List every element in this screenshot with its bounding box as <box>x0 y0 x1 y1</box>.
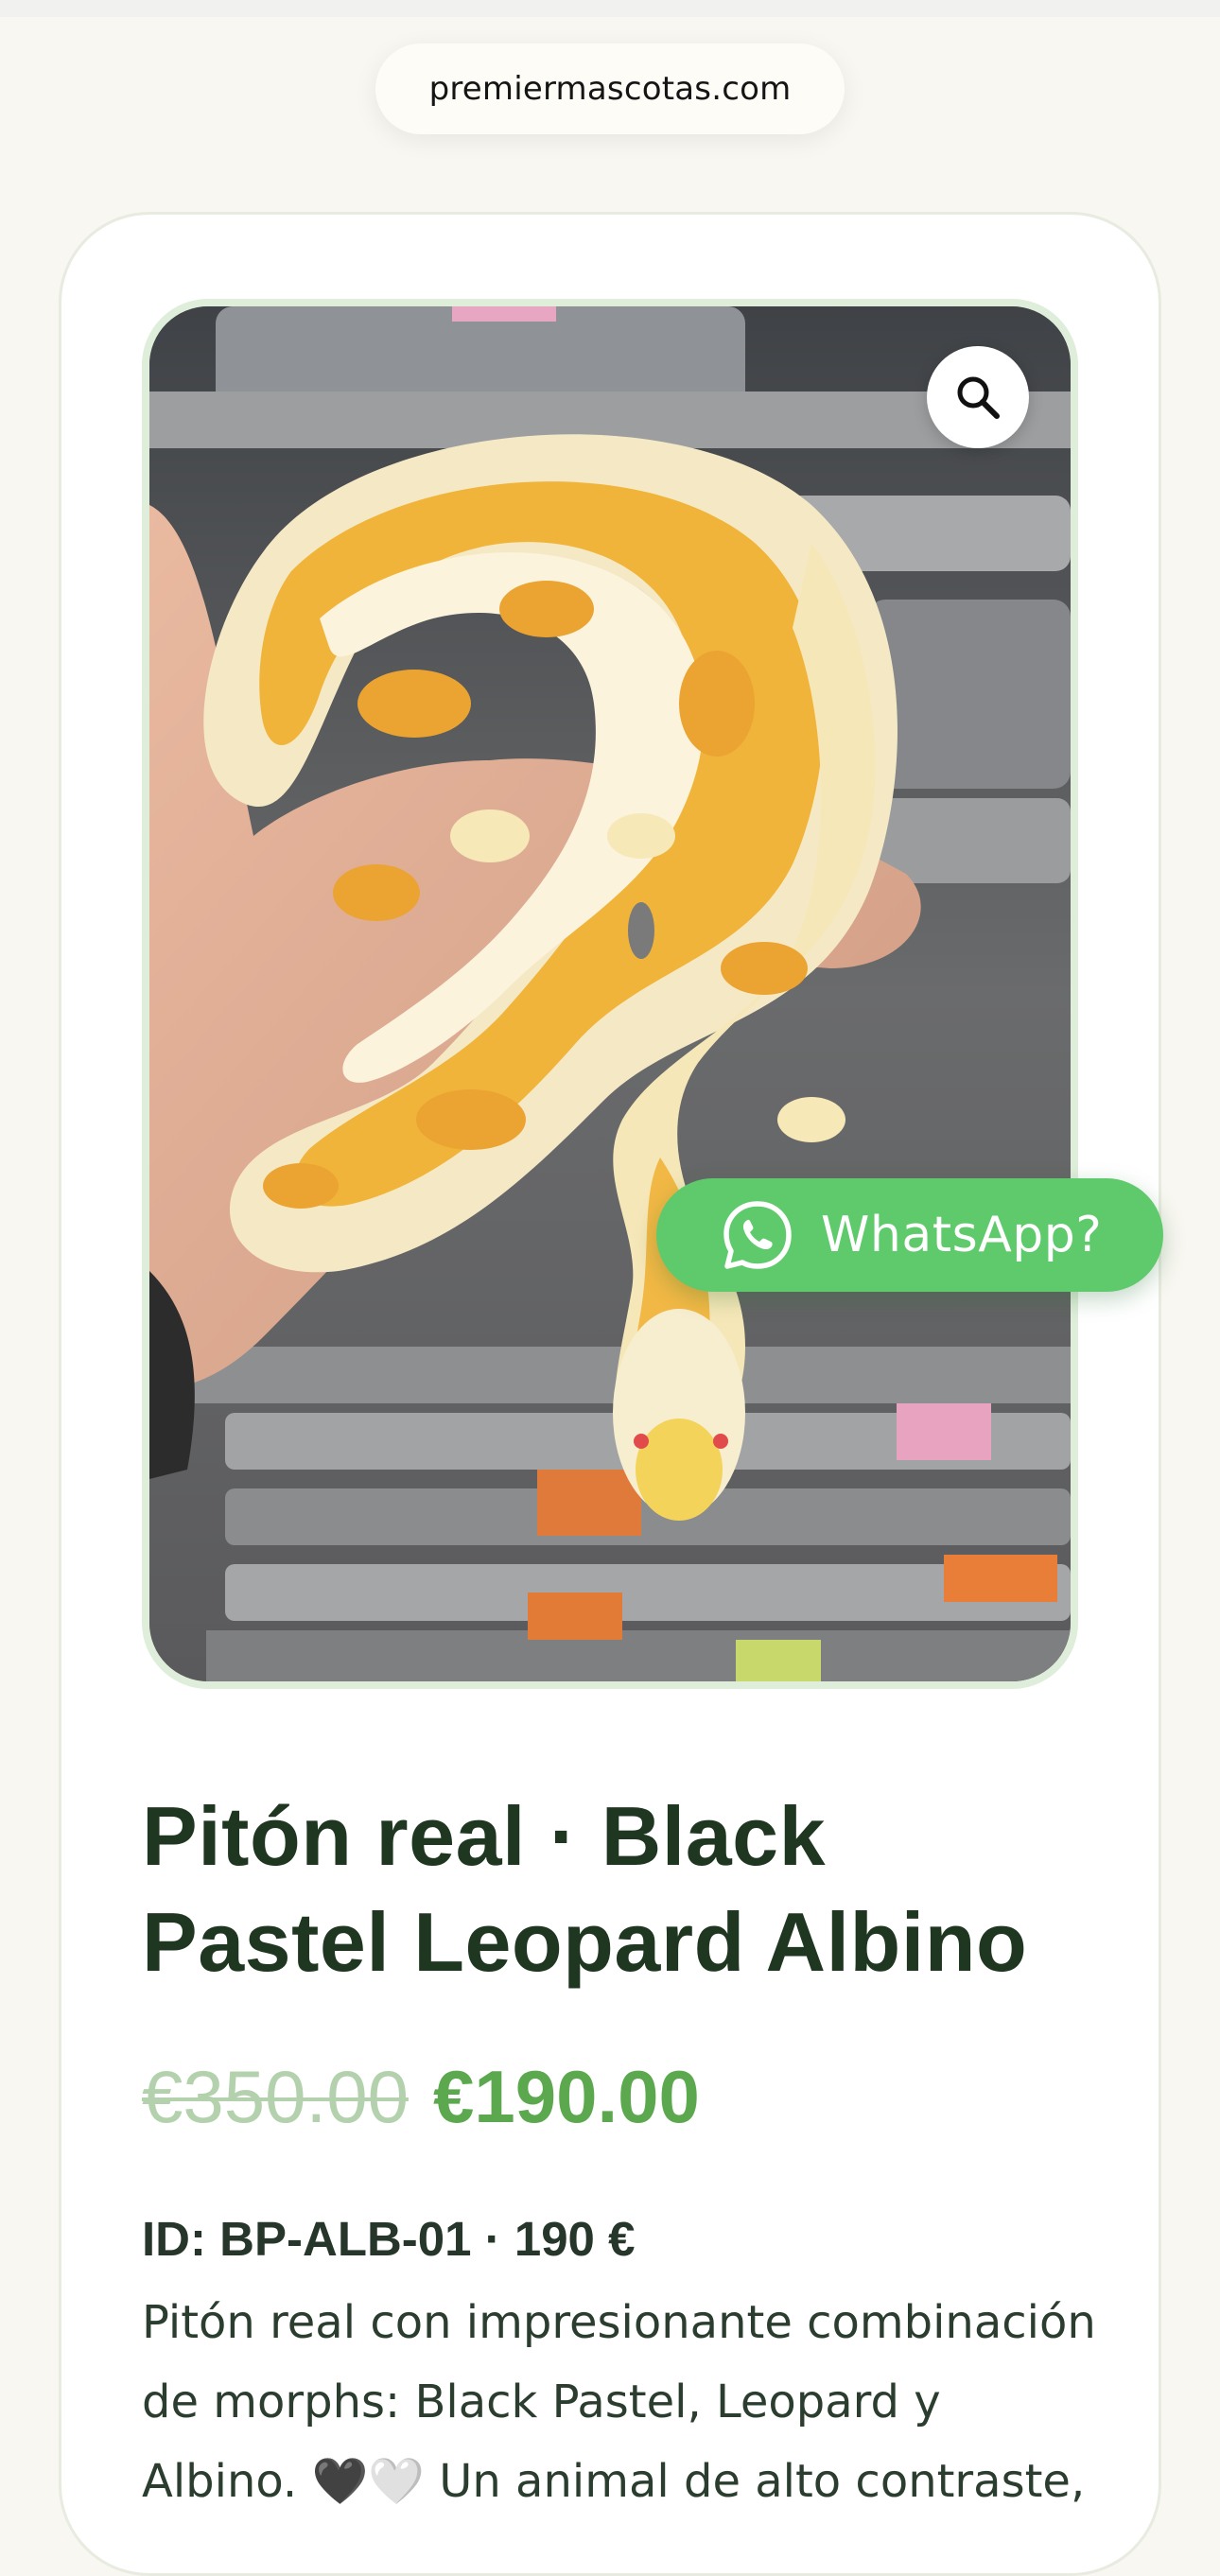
whatsapp-icon <box>721 1198 794 1272</box>
url-bar[interactable]: premiermascotas.com <box>375 44 845 134</box>
price-row: €350.00 €190.00 <box>142 2054 700 2140</box>
snake-photo <box>149 306 1071 1681</box>
url-text: premiermascotas.com <box>428 70 792 108</box>
white-heart-icon: 🤍 <box>368 2455 425 2508</box>
product-image[interactable] <box>142 299 1078 1689</box>
black-heart-icon: 🖤 <box>311 2455 369 2508</box>
search-icon <box>957 376 1000 419</box>
sale-price: €190.00 <box>432 2055 700 2138</box>
zoom-button[interactable] <box>927 346 1029 448</box>
browser-top-strip <box>0 0 1220 17</box>
product-id: ID: BP-ALB-01 · 190 € <box>142 2212 636 2266</box>
original-price: €350.00 <box>142 2055 409 2138</box>
whatsapp-label: WhatsApp? <box>821 1207 1103 1263</box>
whatsapp-button[interactable]: WhatsApp? <box>656 1178 1163 1292</box>
product-title: Pitón real · Black Pastel Leopard Albino <box>142 1789 1028 1989</box>
description-text-continued: Un animal de alto contraste, <box>424 2455 1086 2508</box>
product-description: Pitón real con impresionante combinación… <box>142 2283 1097 2521</box>
